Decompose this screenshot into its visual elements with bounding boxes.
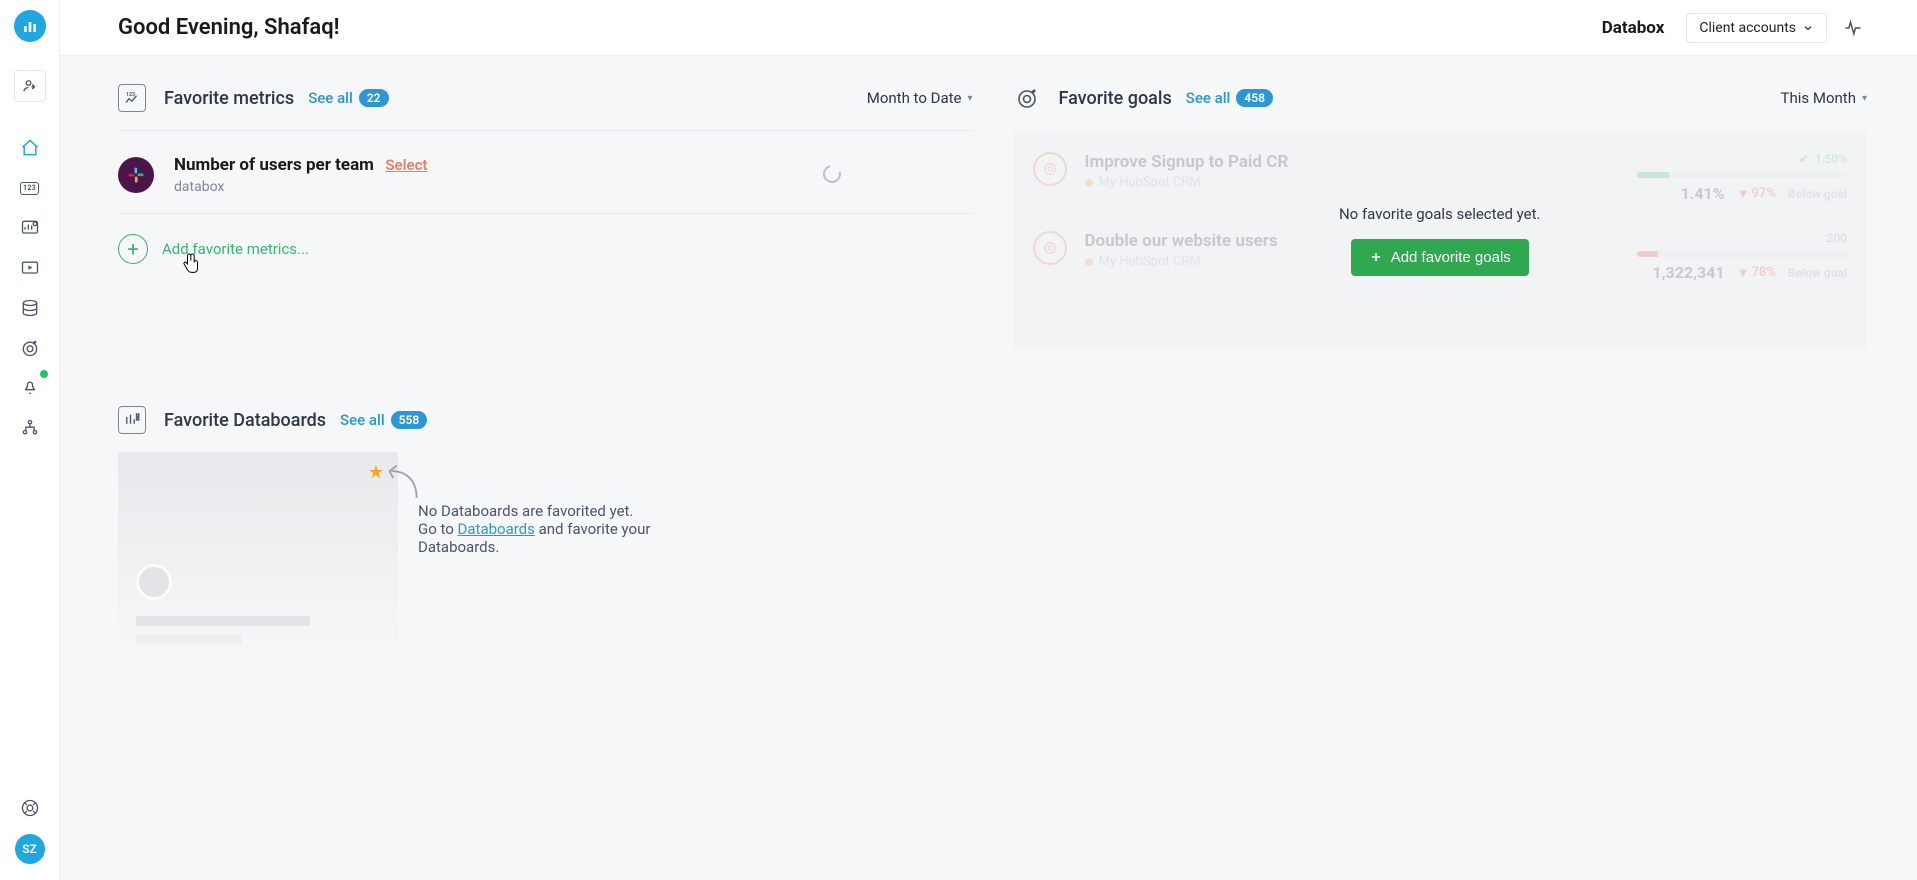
sidebar-item-team[interactable] [14, 412, 46, 444]
favorite-metrics-period-select[interactable]: Month to Date ▾ [867, 89, 973, 107]
loading-spinner-icon [823, 165, 843, 185]
sidebar-item-data[interactable] [14, 292, 46, 324]
brand-name: Databox [1602, 18, 1665, 38]
sidebar-item-metrics[interactable]: 123 [14, 172, 46, 204]
sidebar-item-reports[interactable] [14, 252, 46, 284]
favorite-metrics-count: 22 [359, 89, 389, 107]
favorite-databoards-title: Favorite Databoards [164, 410, 326, 431]
favorite-metrics-see-all-label: See all [308, 89, 353, 107]
metric-title: Number of users per team [174, 155, 374, 175]
sidebar-item-help[interactable] [14, 792, 46, 824]
favorite-metrics-period-label: Month to Date [867, 89, 962, 107]
sidebar-item-notifications[interactable] [14, 372, 46, 404]
databoard-placeholder-card[interactable]: ★ [118, 452, 398, 662]
databoards-empty-message: No Databoards are favorited yet. Go to D… [418, 452, 718, 556]
app-logo[interactable] [14, 10, 46, 42]
pulse-icon [1843, 18, 1863, 38]
favorite-metrics-icon: 123 [118, 84, 146, 112]
databoards-empty-line1: No Databoards are favorited yet. [418, 502, 718, 520]
slack-icon [118, 157, 154, 193]
topbar: Good Evening, Shafaq! Databox Client acc… [60, 0, 1917, 56]
main-content: 123 Favorite metrics See all 22 Month to… [60, 56, 1917, 880]
database-icon [20, 298, 40, 318]
target-icon [20, 338, 40, 358]
favorite-metrics-see-all[interactable]: See all 22 [308, 89, 388, 107]
favorite-databoards-icon [118, 406, 146, 434]
lifebuoy-icon [20, 798, 40, 818]
favorite-goals-title: Favorite goals [1059, 88, 1172, 109]
favorite-databoards-count: 558 [391, 411, 428, 429]
add-favorite-metrics-label: Add favorite metrics... [162, 240, 309, 258]
notification-dot-icon [40, 370, 48, 378]
chevron-down-icon: ▾ [967, 93, 972, 104]
favorite-goals-empty-text: No favorite goals selected yet. [1339, 205, 1541, 223]
page-greeting: Good Evening, Shafaq! [118, 15, 340, 40]
avatar-placeholder-icon [136, 564, 172, 600]
databoards-link[interactable]: Databoards [458, 520, 535, 538]
user-transfer-icon [21, 77, 39, 95]
favorite-goals-panel: Improve Signup to Paid CR My HubSpot CRM… [1013, 130, 1868, 350]
favorite-databoards-see-all[interactable]: See all 558 [340, 411, 427, 429]
star-icon: ★ [368, 462, 384, 483]
favorite-goals-empty-overlay: No favorite goals selected yet. Add favo… [1013, 130, 1868, 350]
favorite-databoards-see-all-label: See all [340, 411, 385, 429]
chevron-down-icon [1802, 22, 1814, 34]
sidebar-item-home[interactable] [14, 132, 46, 164]
add-favorite-metrics-button[interactable]: + Add favorite metrics... [118, 234, 309, 264]
metrics-badge-icon: 123 [20, 182, 39, 195]
favorite-goals-icon [1013, 84, 1041, 112]
svg-text:123: 123 [126, 92, 135, 98]
favorite-metrics-header: 123 Favorite metrics See all 22 Month to… [118, 84, 973, 112]
favorite-databoards-header: Favorite Databoards See all 558 [118, 406, 1867, 434]
sidebar-item-goals[interactable] [14, 332, 46, 364]
play-screen-icon [20, 258, 40, 278]
plus-icon [1369, 250, 1383, 264]
client-account-select-label: Client accounts [1699, 20, 1796, 36]
favorite-goals-period-select[interactable]: This Month ▾ [1781, 89, 1867, 107]
favorite-goals-see-all[interactable]: See all 458 [1186, 89, 1273, 107]
favorite-goals-header: Favorite goals See all 458 This Month ▾ [1013, 84, 1868, 112]
sidebar: 123 SZ [0, 0, 60, 880]
dashboard-gear-icon [20, 218, 40, 238]
org-chart-icon [20, 418, 40, 438]
divider [118, 130, 973, 131]
bell-icon [20, 378, 40, 398]
sidebar-item-accounts[interactable] [14, 70, 46, 102]
divider [118, 213, 973, 214]
metric-card[interactable]: Number of users per team Select databox [118, 149, 973, 213]
home-icon [20, 138, 40, 158]
add-favorite-goals-label: Add favorite goals [1391, 249, 1511, 266]
metric-select-link[interactable]: Select [385, 156, 427, 174]
metric-source: databox [174, 179, 427, 195]
target-icon [1015, 86, 1039, 110]
chevron-down-icon: ▾ [1862, 93, 1867, 104]
client-account-select[interactable]: Client accounts [1686, 13, 1827, 43]
chart-grid-icon [123, 411, 141, 429]
user-avatar[interactable]: SZ [15, 834, 45, 864]
add-favorite-goals-button[interactable]: Add favorite goals [1351, 239, 1529, 276]
bar-chart-icon [22, 18, 38, 34]
favorite-metrics-title: Favorite metrics [164, 88, 294, 109]
favorite-goals-period-label: This Month [1781, 89, 1856, 107]
plus-circle-icon: + [118, 234, 148, 264]
sidebar-item-databoards[interactable] [14, 212, 46, 244]
favorite-goals-count: 458 [1236, 89, 1273, 107]
curved-arrow-icon [386, 458, 422, 502]
databoards-empty-line2a: Go to [418, 520, 458, 538]
favorite-goals-see-all-label: See all [1186, 89, 1231, 107]
metrics-header-icon: 123 [123, 89, 141, 107]
activity-button[interactable] [1839, 14, 1867, 42]
